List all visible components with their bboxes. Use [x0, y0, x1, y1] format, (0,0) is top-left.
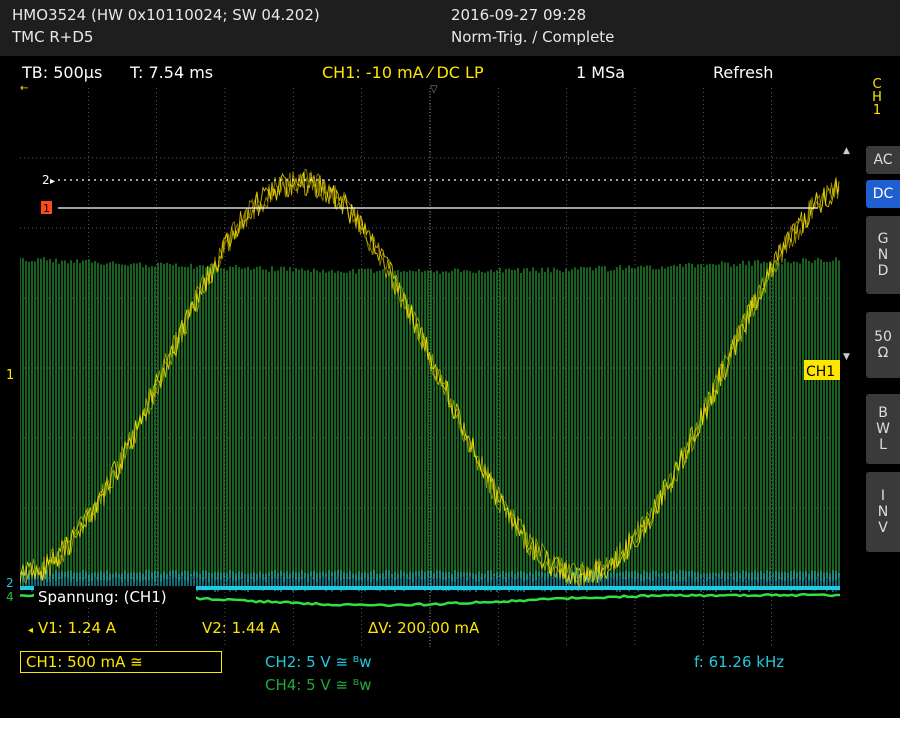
ch2-ground-marker[interactable]: 2 [6, 576, 14, 590]
ch1-ground-marker[interactable]: 1 [6, 368, 14, 383]
frequency-readout: f: 61.26 kHz [694, 653, 785, 671]
cursor-v2-readout: V2: 1.44 A [202, 619, 281, 637]
ch1-offset-label: CH1 [806, 364, 835, 380]
scroll-down-icon[interactable]: ▼ [843, 352, 850, 362]
trigger-info-readout[interactable]: CH1: -10 mA ⁄ DC LP [322, 63, 484, 82]
trigger-level-label: 1 [43, 202, 50, 215]
trigger-state: Norm-Trig. / Complete [451, 28, 615, 46]
waveform-display: 2 ▸ 1 CH1 Spannung: (CH1) ◂ V1: 1.24 A V… [20, 88, 840, 648]
ch1-scale-box[interactable]: CH1: 500 mA ≅ [20, 651, 222, 673]
side-button-inv[interactable]: INV [866, 472, 900, 552]
ch4-ground-label: 4 [6, 590, 14, 604]
measurement-title[interactable]: Spannung: (CH1) [38, 588, 167, 606]
options-info: TMC R+D5 [12, 28, 94, 46]
cursor-2-arrow: ▸ [50, 176, 55, 187]
side-button-gnd[interactable]: GND [866, 216, 900, 294]
ch4-ground-marker[interactable]: 4 [6, 590, 14, 604]
ch1-ground-label: 1 [6, 368, 15, 383]
cursor-2-label: 2 [42, 173, 50, 187]
model-info: HMO3524 (HW 0x10110024; SW 04.202) [12, 6, 320, 24]
side-button-50ω[interactable]: 50 Ω [866, 312, 900, 378]
timebase-readout[interactable]: TB: 500µs [22, 63, 102, 82]
footer-strip [0, 718, 900, 733]
ch2-ground-label: 2 [6, 576, 14, 590]
channel-letter-1: 1 [872, 103, 882, 118]
side-button-bwl[interactable]: BWL [866, 394, 900, 464]
cursor-delta-readout: ΔV: 200.00 mA [368, 619, 480, 637]
side-button-ac[interactable]: AC [866, 146, 900, 174]
datetime: 2016-09-27 09:28 [451, 6, 587, 24]
side-button-dc[interactable]: DC [866, 180, 900, 208]
oscilloscope-screen: HMO3524 (HW 0x10110024; SW 04.202) TMC R… [0, 0, 900, 733]
trigger-time-readout[interactable]: T: 7.54 ms [130, 63, 213, 82]
status-header: HMO3524 (HW 0x10110024; SW 04.202) TMC R… [0, 0, 900, 56]
trigger-center-marker: ▽ [430, 84, 438, 95]
cursor-v1-readout: V1: 1.24 A [38, 619, 117, 637]
side-menu-channel-label: C H 1 [869, 78, 885, 117]
ch1-scale-readout: CH1: 500 mA ≅ [26, 653, 143, 671]
acquire-mode-readout[interactable]: Refresh [713, 63, 773, 82]
scroll-up-icon[interactable]: ▲ [843, 146, 850, 156]
sample-rate-readout: 1 MSa [576, 63, 626, 82]
acquisition-bar: TB: 500µs T: 7.54 ms CH1: -10 mA ⁄ DC LP… [0, 56, 900, 86]
ch4-scale-readout[interactable]: CH4: 5 V ≅ ᴮᴡ [265, 676, 372, 694]
cursor-v1-arrow: ◂ [28, 625, 33, 636]
ch2-scale-readout[interactable]: CH2: 5 V ≅ ᴮᴡ [265, 653, 372, 671]
trigger-position-marker: ← [20, 83, 29, 94]
